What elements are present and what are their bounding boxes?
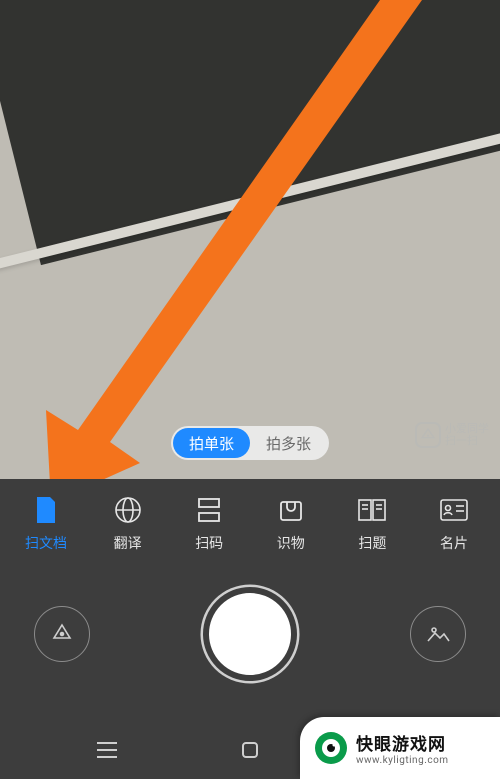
scan-icon <box>194 495 224 525</box>
camera-scan-screen: 拍单张 拍多张 小爱同学 扫一扫 扫文档 翻译 <box>0 0 500 779</box>
mode-label: 识物 <box>277 533 305 553</box>
mode-scan-document[interactable]: 扫文档 <box>14 495 78 553</box>
mode-label: 扫码 <box>195 533 223 553</box>
mode-strip: 扫文档 翻译 扫码 识物 <box>0 495 500 553</box>
gallery-button[interactable] <box>410 606 466 662</box>
mode-label: 扫题 <box>358 533 386 553</box>
card-icon <box>439 495 469 525</box>
watermark-title: 快眼游戏网 <box>356 730 449 755</box>
bag-icon <box>276 495 306 525</box>
xiaoai-line2: 扫一扫 <box>445 435 489 447</box>
mode-business-card[interactable]: 名片 <box>422 495 486 553</box>
mode-translate[interactable]: 翻译 <box>96 495 160 553</box>
nav-home[interactable] <box>230 730 270 770</box>
globe-icon <box>113 495 143 525</box>
mode-label: 名片 <box>440 533 468 553</box>
pill-multi-shot[interactable]: 拍多张 <box>250 428 327 458</box>
shutter-button[interactable] <box>203 587 297 681</box>
pill-container: 拍单张 拍多张 <box>171 426 329 460</box>
capture-controls <box>0 587 500 681</box>
document-icon <box>31 495 61 525</box>
mode-label: 翻译 <box>114 533 142 553</box>
book-icon <box>357 495 387 525</box>
watermark-badge: 快眼游戏网 www.kyligting.com <box>300 717 500 779</box>
xiaoai-scan-badge[interactable]: 小爱同学 扫一扫 <box>415 422 489 448</box>
watermark-text: 快眼游戏网 www.kyligting.com <box>356 730 449 766</box>
xiaoai-icon <box>415 422 441 448</box>
watermark-icon <box>314 731 348 765</box>
pill-single-shot[interactable]: 拍单张 <box>173 428 250 458</box>
mode-question[interactable]: 扫题 <box>340 495 404 553</box>
viewfinder-dark-surface <box>0 0 500 265</box>
mode-identify[interactable]: 识物 <box>259 495 323 553</box>
nav-recent[interactable] <box>87 730 127 770</box>
camera-viewfinder <box>0 0 500 479</box>
xiaoai-label: 小爱同学 扫一扫 <box>445 423 489 447</box>
mode-qr-scan[interactable]: 扫码 <box>177 495 241 553</box>
mode-label: 扫文档 <box>25 533 67 553</box>
watermark-url: www.kyligting.com <box>356 755 449 766</box>
ai-button[interactable] <box>34 606 90 662</box>
